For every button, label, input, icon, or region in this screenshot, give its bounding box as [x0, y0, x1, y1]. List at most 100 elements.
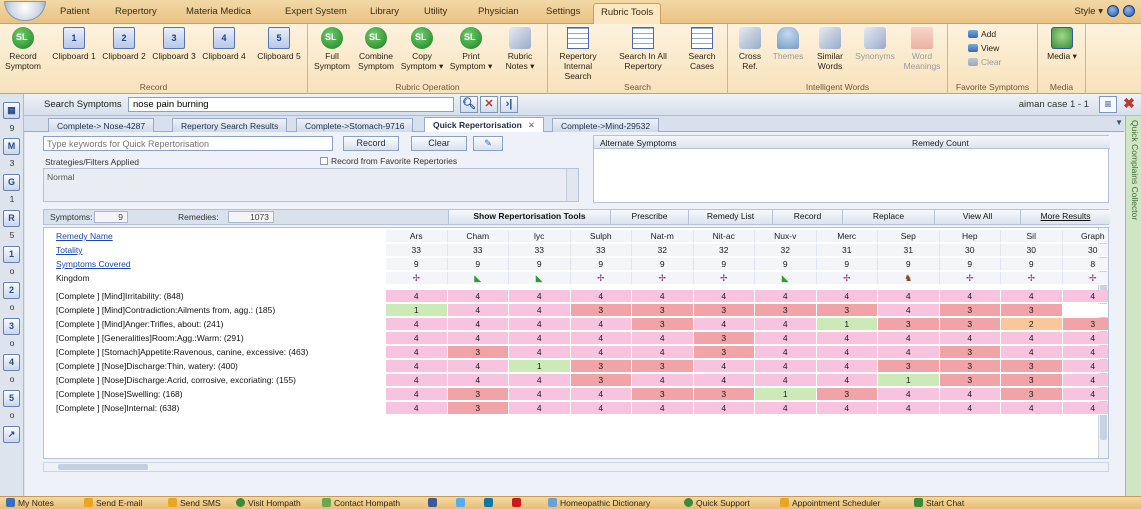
remedy-name-cell[interactable]: Nux-v — [755, 230, 817, 243]
grade-cell[interactable]: 4 — [1001, 290, 1063, 303]
clipboard-1-button[interactable]: 1 Clipboard 1 — [52, 27, 96, 61]
symptoms-covered-header[interactable]: Symptoms Covered — [56, 258, 131, 271]
my-notes-button[interactable]: My Notes — [6, 498, 54, 508]
totality-cell[interactable]: 30 — [1001, 244, 1063, 257]
covered-cell[interactable]: 9 — [447, 258, 509, 271]
covered-cell[interactable]: 9 — [693, 258, 755, 271]
grade-cell[interactable]: 4 — [1062, 360, 1108, 373]
sidebar-clip-4-button[interactable]: 4 — [3, 354, 20, 371]
search-icon[interactable]: 🔍︎ — [460, 96, 478, 113]
visit-hompath-button[interactable]: Visit Hompath — [236, 498, 301, 508]
clipboard-2-button[interactable]: 2 Clipboard 2 — [102, 27, 146, 61]
totality-cell[interactable]: 30 — [939, 244, 1001, 257]
symptoms-covered-row[interactable]: Symptoms Covered 9 9 9 9 9 9 9 9 9 9 9 8 — [44, 258, 1108, 271]
send-sms-button[interactable]: Send SMS — [168, 498, 221, 508]
grade-cell[interactable]: 3 — [570, 374, 632, 387]
remedy-name-cell[interactable]: Hep — [939, 230, 1001, 243]
copy-symptom-button[interactable]: Copy Symptom ▾ — [400, 27, 444, 71]
grade-cell[interactable]: 3 — [1001, 374, 1063, 387]
themes-button[interactable]: Themes — [768, 27, 808, 61]
totality-row[interactable]: Totality 33 33 33 33 32 32 32 31 31 30 30 30 — [44, 244, 1108, 257]
help-icon[interactable] — [1107, 5, 1119, 17]
rubric-row[interactable]: [Complete ] [Mind]Irritability: (848) 4 4 4… — [44, 290, 1108, 303]
grade-cell[interactable]: 3 — [878, 360, 940, 373]
remedy-name-cell[interactable]: Nat-m — [632, 230, 694, 243]
covered-cell[interactable]: 8 — [1062, 258, 1108, 271]
grade-cell[interactable]: 3 — [693, 304, 755, 317]
grade-cell[interactable]: 4 — [939, 388, 1001, 401]
grade-cell[interactable]: 3 — [939, 360, 1001, 373]
rubric-row[interactable]: [Complete ] [Mind]Anger:Trifles, about: … — [44, 318, 1108, 331]
menu-library[interactable]: Library — [370, 6, 399, 17]
covered-cell[interactable]: 9 — [632, 258, 694, 271]
grade-cell[interactable]: 4 — [509, 346, 571, 359]
send-email-button[interactable]: Send E-mail — [84, 498, 142, 508]
grade-cell[interactable]: 3 — [755, 304, 817, 317]
tab-quick-repertorisation[interactable]: Quick Repertorisation ✕ — [424, 117, 544, 133]
grade-cell[interactable]: 4 — [509, 374, 571, 387]
kingdom-cell[interactable]: ◣ — [509, 272, 571, 285]
covered-cell[interactable]: 9 — [755, 258, 817, 271]
kingdom-cell[interactable]: ♞ — [878, 272, 940, 285]
tab-list-dropdown-icon[interactable]: ▼ — [1115, 118, 1123, 127]
grade-cell[interactable]: 4 — [509, 290, 571, 303]
menu-utility[interactable]: Utility — [424, 6, 447, 17]
grade-cell[interactable]: 4 — [1062, 332, 1108, 345]
grade-cell[interactable]: 4 — [570, 332, 632, 345]
search-all-repertory-button[interactable]: Search In All Repertory — [610, 27, 676, 71]
media-button[interactable]: Media ▾ — [1042, 27, 1082, 61]
remedy-name-cell[interactable]: Ars — [386, 230, 448, 243]
grade-cell[interactable]: 4 — [632, 332, 694, 345]
grade-cell[interactable]: 4 — [1001, 402, 1063, 415]
rubric-row[interactable]: [Complete ] [Nose]Discharge:Acrid, corro… — [44, 374, 1108, 387]
grade-cell[interactable]: 3 — [816, 304, 878, 317]
covered-cell[interactable]: 9 — [509, 258, 571, 271]
grade-cell[interactable]: 4 — [632, 402, 694, 415]
sidebar-g-button[interactable]: G — [3, 174, 20, 191]
sidebar-clip-1-button[interactable]: 1 — [3, 246, 20, 263]
menu-repertory[interactable]: Repertory — [115, 6, 157, 17]
next-result-icon[interactable]: ›| — [500, 96, 518, 113]
grade-cell[interactable]: 4 — [693, 360, 755, 373]
favorite-clear-button[interactable]: Clear — [968, 57, 1001, 67]
clipboard-5-button[interactable]: 5 Clipboard 5 — [254, 27, 304, 61]
grade-cell[interactable]: 1 — [509, 360, 571, 373]
grade-cell[interactable]: 3 — [570, 304, 632, 317]
grade-cell[interactable]: 4 — [570, 402, 632, 415]
full-symptom-button[interactable]: Full Symptom — [314, 27, 350, 71]
tab-complete-mind[interactable]: Complete->Mind-29532 — [552, 118, 660, 132]
sidebar-clip-5-button[interactable]: 5 — [3, 390, 20, 407]
grade-cell[interactable]: 4 — [878, 346, 940, 359]
grade-cell[interactable]: 4 — [1062, 346, 1108, 359]
kingdom-cell[interactable]: ✢ — [1062, 272, 1108, 285]
grade-cell[interactable]: 4 — [570, 346, 632, 359]
kingdom-cell[interactable]: ✢ — [816, 272, 878, 285]
youtube-button[interactable] — [512, 498, 524, 508]
grade-cell[interactable]: 1 — [386, 304, 448, 317]
grade-cell[interactable]: 4 — [816, 346, 878, 359]
grade-cell[interactable]: 4 — [755, 332, 817, 345]
rubric-row[interactable]: [Complete ] [Stomach]Appetite:Ravenous, … — [44, 346, 1108, 359]
grade-cell[interactable]: 4 — [632, 346, 694, 359]
grade-cell[interactable]: 4 — [939, 290, 1001, 303]
grade-cell[interactable]: 4 — [447, 374, 509, 387]
remedy-name-cell[interactable]: Nit-ac — [693, 230, 755, 243]
tab-complete-nose[interactable]: Complete-> Nose-4287 — [48, 118, 155, 132]
rubric-row[interactable]: [Complete ] [Nose]Discharge:Thin, watery… — [44, 360, 1108, 373]
grade-cell[interactable]: 1 — [878, 374, 940, 387]
kingdom-cell[interactable]: ✢ — [386, 272, 448, 285]
covered-cell[interactable]: 9 — [570, 258, 632, 271]
grade-cell[interactable]: 4 — [509, 402, 571, 415]
sidebar-arrow-button[interactable]: ↗ — [3, 426, 20, 443]
clear-search-icon[interactable]: ✕ — [480, 96, 498, 113]
covered-cell[interactable]: 9 — [816, 258, 878, 271]
checkbox-icon[interactable] — [320, 157, 328, 165]
grade-cell[interactable]: 4 — [386, 388, 448, 401]
grade-cell[interactable] — [1062, 304, 1108, 317]
grade-cell[interactable]: 4 — [509, 388, 571, 401]
grade-cell[interactable]: 4 — [386, 290, 448, 303]
start-chat-button[interactable]: Start Chat — [914, 498, 964, 508]
remedy-list-button[interactable]: Remedy List — [688, 210, 772, 224]
favorite-add-button[interactable]: Add — [968, 29, 996, 39]
remedy-name-cell[interactable]: Sil — [1001, 230, 1063, 243]
